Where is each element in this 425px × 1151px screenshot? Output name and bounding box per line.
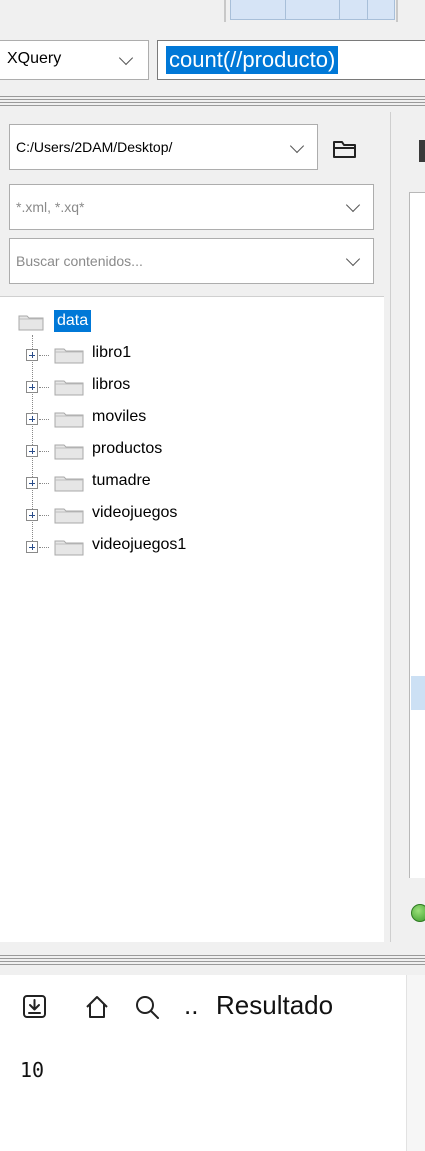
editor-area[interactable]: [409, 192, 425, 878]
query-text: count(//producto): [166, 46, 339, 74]
tree-connector: [39, 419, 49, 420]
result-title: Resultado: [216, 990, 334, 1020]
folder-icon: [54, 380, 84, 396]
expand-icon[interactable]: [26, 413, 38, 425]
tree-root-label: data: [54, 310, 92, 332]
content-search-combo[interactable]: Buscar contenidos...: [9, 238, 374, 284]
file-filter-combo[interactable]: *.xml, *.xq*: [9, 184, 374, 230]
tab-divider: [367, 0, 368, 19]
expand-icon[interactable]: [26, 477, 38, 489]
save-result-icon[interactable]: [22, 994, 48, 1020]
tree-item-libros[interactable]: libros: [0, 371, 300, 403]
toolbar-tab-strip[interactable]: [230, 0, 395, 20]
tab-divider: [339, 0, 340, 19]
search-icon[interactable]: [134, 994, 160, 1020]
result-panel: [0, 975, 425, 1151]
tree-item-label: moviles: [92, 408, 147, 425]
content-search-placeholder: Buscar contenidos...: [16, 253, 143, 269]
tree-connector: [39, 515, 49, 516]
toolbar-divider: [224, 0, 226, 22]
query-type-value: XQuery: [7, 50, 62, 67]
tree-connector: [39, 547, 49, 548]
home-icon[interactable]: [84, 994, 110, 1020]
tree-connector: [39, 355, 49, 356]
path-value: C:/Users/2DAM/Desktop/: [16, 139, 173, 155]
result-value[interactable]: 10: [20, 1058, 44, 1082]
folder-icon: [54, 476, 84, 492]
folder-icon: [54, 444, 84, 460]
tree-item-moviles[interactable]: moviles: [0, 403, 300, 435]
tree-item-label: videojuegos: [92, 504, 178, 521]
tree-item-label: tumadre: [92, 472, 151, 489]
folder-icon: [18, 315, 44, 331]
toolbar-divider: [396, 0, 398, 22]
editor-toolbar-icon[interactable]: [419, 140, 425, 162]
folder-icon: [54, 412, 84, 428]
folder-icon: [54, 348, 84, 364]
query-type-select[interactable]: XQuery: [0, 40, 149, 80]
tree-item-videojuegos[interactable]: videojuegos: [0, 499, 300, 531]
splitter-grip[interactable]: [0, 96, 425, 106]
chevron-down-icon: [118, 50, 134, 66]
query-input[interactable]: count(//producto): [157, 40, 425, 80]
expand-icon[interactable]: [26, 509, 38, 521]
tree-item-label: productos: [92, 440, 163, 457]
splitter-grip[interactable]: [0, 955, 425, 965]
open-folder-icon[interactable]: [332, 138, 358, 160]
chevron-down-icon: [289, 138, 305, 154]
tree-item-label: libro1: [92, 344, 132, 361]
tab-divider: [285, 0, 286, 19]
file-filter-placeholder: *.xml, *.xq*: [16, 199, 85, 215]
tree-item-libro1[interactable]: libro1: [0, 339, 300, 371]
expand-icon[interactable]: [26, 349, 38, 361]
tree-item-videojuegos1[interactable]: videojuegos1: [0, 531, 300, 563]
expand-icon[interactable]: [26, 445, 38, 457]
tree-connector: [39, 483, 49, 484]
ok-status-icon: [411, 904, 425, 922]
panel-splitter[interactable]: [403, 975, 425, 1151]
editor-line-highlight: [411, 676, 425, 710]
tree-connector: [39, 387, 49, 388]
tree-item-label: videojuegos1: [92, 536, 187, 553]
expand-icon[interactable]: [26, 541, 38, 553]
chevron-down-icon: [345, 251, 361, 267]
tree-connector: [39, 451, 49, 452]
expand-icon[interactable]: [26, 381, 38, 393]
result-ellipsis: ..: [184, 990, 199, 1020]
panel-splitter[interactable]: [384, 112, 399, 942]
tree-item-tumadre[interactable]: tumadre: [0, 467, 300, 499]
folder-icon: [54, 540, 84, 556]
file-tree: data libro1 libros moviles productos tum…: [0, 296, 384, 942]
folder-icon: [54, 508, 84, 524]
tree-item-label: libros: [92, 376, 131, 393]
path-combo[interactable]: C:/Users/2DAM/Desktop/: [9, 124, 318, 170]
tree-item-productos[interactable]: productos: [0, 435, 300, 467]
chevron-down-icon: [345, 197, 361, 213]
